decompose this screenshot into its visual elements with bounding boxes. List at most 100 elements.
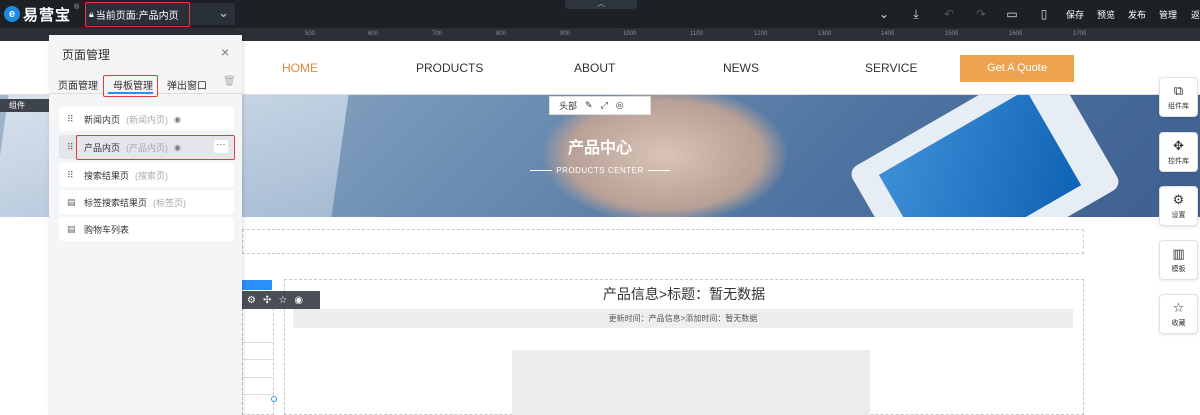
edit-icon[interactable]: ✎ bbox=[585, 100, 593, 111]
product-meta: 更新时间：产品信息>添加时间：暂无数据 bbox=[293, 309, 1073, 328]
chevron-down-icon[interactable]: ⌄ bbox=[876, 6, 892, 22]
list-item[interactable]: ▤ 购物车列表 bbox=[59, 217, 234, 241]
components-label: 组件 bbox=[9, 101, 25, 110]
component-library-label: 组件库 bbox=[1168, 103, 1189, 110]
page-type: (搜索页) bbox=[135, 170, 169, 181]
save-button[interactable]: 保存 bbox=[1066, 8, 1084, 21]
highlight-box-current-page bbox=[85, 2, 190, 27]
components-tab[interactable]: 组件 bbox=[0, 99, 50, 112]
desktop-icon[interactable]: ▭ bbox=[1004, 6, 1020, 22]
ruler-tick: 700 bbox=[432, 31, 443, 37]
get-a-quote-button[interactable]: Get A Quote bbox=[960, 55, 1074, 82]
trash-icon[interactable]: 🗑︎ bbox=[223, 76, 236, 87]
collapse-toolbar-tab[interactable]: ︿ bbox=[565, 0, 637, 9]
template-label: 模板 bbox=[1171, 266, 1186, 273]
publish-button[interactable]: 发布 bbox=[1128, 8, 1146, 21]
favorites-label: 收藏 bbox=[1171, 320, 1186, 327]
list-item[interactable]: ⠿ 新闻内页 (新闻内页) ◉ bbox=[59, 107, 234, 131]
product-title: 产品信息>标题：暂无数据 bbox=[602, 286, 766, 302]
layer-position-icon[interactable]: ⤓ bbox=[908, 6, 924, 22]
nav-service[interactable]: SERVICE bbox=[865, 61, 917, 75]
nav-home[interactable]: HOME bbox=[282, 61, 318, 75]
mobile-icon[interactable]: ▯ bbox=[1036, 6, 1052, 22]
fullscreen-icon[interactable]: ⤢ bbox=[601, 100, 608, 111]
component-toolbar: ⚙ ✣ ☆ ◉ bbox=[242, 291, 320, 309]
section-placeholder[interactable] bbox=[242, 229, 1084, 254]
puzzle-icon: ✥ bbox=[1173, 138, 1184, 153]
divider bbox=[242, 377, 274, 378]
favorites-button[interactable]: ☆ 收藏 bbox=[1159, 294, 1198, 334]
divider bbox=[242, 359, 274, 360]
divider bbox=[242, 394, 274, 395]
top-toolbar: e 易营宝 ® 🔒︎ 当前页面:产品内页 ⌄ ︿ ⌄ ⤓ ↶ ↷ ▭ ▯ 保存 … bbox=[0, 0, 1200, 28]
page-name: 新闻内页 bbox=[84, 114, 121, 125]
product-image-placeholder[interactable] bbox=[512, 350, 870, 415]
ruler-tick: 1600 bbox=[1009, 31, 1023, 37]
ruler-tick: 1500 bbox=[945, 31, 959, 37]
chevron-up-icon: ︿ bbox=[597, 0, 605, 8]
list-item[interactable]: ▤ 标签搜索结果页 (标签页) bbox=[59, 190, 234, 214]
grid-icon: ⠿ bbox=[67, 113, 74, 124]
ruler-tick: 1300 bbox=[818, 31, 832, 37]
nav-news[interactable]: NEWS bbox=[723, 61, 759, 75]
ruler-tick: 600 bbox=[368, 31, 379, 37]
logo: e 易营宝 ® bbox=[4, 4, 79, 24]
gear-icon: ⚙ bbox=[1172, 192, 1185, 207]
divider bbox=[647, 170, 670, 172]
star-icon[interactable]: ☆ bbox=[278, 295, 287, 306]
tab-page-management[interactable]: 页面管理 bbox=[58, 77, 98, 92]
undo-icon[interactable]: ↶ bbox=[941, 6, 957, 22]
page-name: 搜索结果页 bbox=[84, 170, 130, 181]
ruler-tick: 1200 bbox=[754, 31, 768, 37]
redo-icon[interactable]: ↷ bbox=[973, 6, 989, 22]
ruler-tick: 800 bbox=[496, 31, 507, 37]
gear-icon[interactable]: ⚙ bbox=[247, 295, 256, 306]
document-icon: ▤ bbox=[67, 196, 76, 207]
header-section-label: 头部 bbox=[559, 101, 578, 111]
document-icon: ▤ bbox=[67, 223, 76, 234]
highlight-box-tab bbox=[103, 75, 158, 97]
page-type: (新闻内页) bbox=[126, 114, 169, 125]
grid-icon: ⠿ bbox=[67, 169, 74, 180]
nav-about[interactable]: ABOUT bbox=[574, 61, 615, 75]
resize-handle[interactable] bbox=[271, 396, 277, 402]
divider bbox=[530, 170, 553, 172]
settings-button[interactable]: ⚙ 设置 bbox=[1159, 186, 1198, 226]
page-type: (标签页) bbox=[153, 197, 187, 208]
preview-button[interactable]: 预览 bbox=[1097, 8, 1115, 21]
eye-icon[interactable]: ◉ bbox=[174, 115, 181, 124]
close-icon[interactable]: × bbox=[221, 44, 229, 60]
ruler-tick: 1700 bbox=[1073, 31, 1087, 37]
sidebar-list-container[interactable] bbox=[242, 308, 274, 415]
component-library-button[interactable]: ⧉ 组件库 bbox=[1159, 77, 1198, 117]
copy-icon: ⧉ bbox=[1173, 83, 1184, 98]
highlight-box-item bbox=[76, 135, 235, 160]
chevron-down-icon[interactable]: ⌄ bbox=[218, 5, 229, 21]
widget-library-button[interactable]: ✥ 控件库 bbox=[1159, 132, 1198, 172]
ruler-tick: 1400 bbox=[881, 31, 895, 37]
header-section-toolbar: 头部 ✎ ⤢ ◎ bbox=[549, 96, 651, 115]
manage-button[interactable]: 管理 bbox=[1159, 8, 1177, 21]
tab-popup-window[interactable]: 弹出窗口 bbox=[167, 77, 207, 92]
style-icon[interactable]: ◎ bbox=[616, 100, 624, 111]
panel-title: 页面管理 bbox=[62, 48, 111, 62]
page-management-panel: 页面管理 × 页面管理 母板管理 弹出窗口 🗑︎ ⠿ 新闻内页 (新闻内页) ◉… bbox=[49, 35, 242, 415]
banner-subtitle-text: PRODUCTS CENTER bbox=[556, 166, 644, 175]
ruler-tick: 1000 bbox=[623, 31, 637, 37]
magic-icon[interactable]: ✣ bbox=[263, 295, 271, 306]
eye-icon[interactable]: ◉ bbox=[294, 295, 303, 306]
ruler-tick: 500 bbox=[305, 31, 316, 37]
star-icon: ☆ bbox=[1172, 300, 1185, 315]
template-icon: ▥ bbox=[1172, 246, 1185, 261]
widget-library-label: 控件库 bbox=[1168, 158, 1189, 165]
return-button[interactable]: 返 bbox=[1191, 8, 1200, 21]
ruler-tick: 900 bbox=[560, 31, 571, 37]
ruler-tick: 1100 bbox=[690, 31, 703, 37]
page-name: 标签搜索结果页 bbox=[84, 197, 148, 208]
template-button[interactable]: ▥ 模板 bbox=[1159, 240, 1198, 280]
registered-icon: ® bbox=[74, 4, 80, 11]
nav-products[interactable]: PRODUCTS bbox=[416, 61, 483, 75]
list-item[interactable]: ⠿ 搜索结果页 (搜索页) bbox=[59, 163, 234, 187]
page-name: 购物车列表 bbox=[84, 224, 130, 235]
selected-component-bar[interactable] bbox=[242, 280, 272, 290]
